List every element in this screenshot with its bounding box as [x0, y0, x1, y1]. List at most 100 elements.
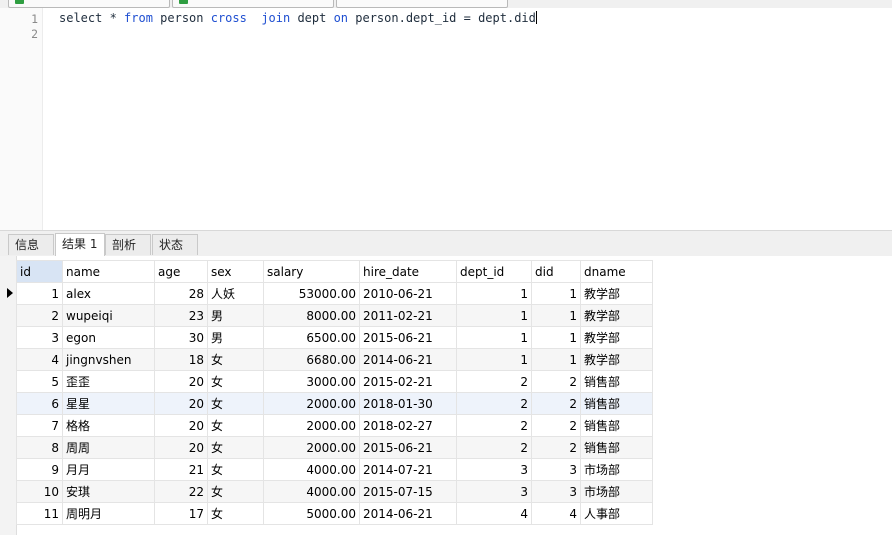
column-header-did[interactable]: did [531, 260, 581, 283]
cell-sex[interactable]: 男 [207, 326, 264, 349]
cell-salary[interactable]: 2000.00 [263, 414, 360, 437]
cell-hire-date[interactable]: 2014-07-21 [359, 458, 457, 481]
column-header-id[interactable]: id [16, 260, 63, 283]
query-tab-3[interactable] [336, 0, 508, 8]
cell-sex[interactable]: 女 [207, 370, 264, 393]
cell-age[interactable]: 28 [154, 282, 208, 305]
table-row[interactable]: 7 格格 20 女 2000.00 2018-02-27 2 2 销售部 [16, 414, 653, 437]
cell-did[interactable]: 2 [531, 392, 581, 415]
cell-hire-date[interactable]: 2015-06-21 [359, 326, 457, 349]
cell-did[interactable]: 2 [531, 370, 581, 393]
cell-sex[interactable]: 女 [207, 436, 264, 459]
cell-did[interactable]: 1 [531, 326, 581, 349]
column-header-name[interactable]: name [62, 260, 155, 283]
table-row[interactable]: 10 安琪 22 女 4000.00 2015-07-15 3 3 市场部 [16, 480, 653, 503]
cell-did[interactable]: 3 [531, 480, 581, 503]
cell-did[interactable]: 1 [531, 348, 581, 371]
table-row[interactable]: 3 egon 30 男 6500.00 2015-06-21 1 1 教学部 [16, 326, 653, 349]
table-row[interactable]: 11 周明月 17 女 5000.00 2014-06-21 4 4 人事部 [16, 502, 653, 525]
cell-hire-date[interactable]: 2014-06-21 [359, 348, 457, 371]
cell-salary[interactable]: 4000.00 [263, 480, 360, 503]
table-row[interactable]: 6 星星 20 女 2000.00 2018-01-30 2 2 销售部 [16, 392, 653, 415]
cell-id[interactable]: 6 [16, 392, 63, 415]
cell-salary[interactable]: 3000.00 [263, 370, 360, 393]
cell-dept-id[interactable]: 2 [456, 370, 532, 393]
cell-id[interactable]: 5 [16, 370, 63, 393]
sql-editor[interactable]: 1 2 select * from person cross join dept… [0, 8, 892, 230]
cell-age[interactable]: 30 [154, 326, 208, 349]
cell-hire-date[interactable]: 2014-06-21 [359, 502, 457, 525]
tab-profile[interactable]: 剖析 [105, 234, 151, 255]
cell-id[interactable]: 4 [16, 348, 63, 371]
cell-name[interactable]: jingnvshen [62, 348, 155, 371]
cell-age[interactable]: 22 [154, 480, 208, 503]
cell-did[interactable]: 3 [531, 458, 581, 481]
query-tab-1[interactable] [8, 0, 170, 8]
cell-dept-id[interactable]: 1 [456, 304, 532, 327]
cell-salary[interactable]: 6500.00 [263, 326, 360, 349]
cell-id[interactable]: 10 [16, 480, 63, 503]
cell-dept-id[interactable]: 2 [456, 392, 532, 415]
cell-name[interactable]: 安琪 [62, 480, 155, 503]
cell-id[interactable]: 8 [16, 436, 63, 459]
column-header-dname[interactable]: dname [580, 260, 653, 283]
cell-dname[interactable]: 市场部 [580, 480, 653, 503]
cell-sex[interactable]: 女 [207, 502, 264, 525]
cell-dname[interactable]: 教学部 [580, 304, 653, 327]
cell-name[interactable]: 月月 [62, 458, 155, 481]
cell-did[interactable]: 4 [531, 502, 581, 525]
cell-name[interactable]: 周周 [62, 436, 155, 459]
cell-dept-id[interactable]: 3 [456, 480, 532, 503]
cell-id[interactable]: 11 [16, 502, 63, 525]
cell-hire-date[interactable]: 2015-06-21 [359, 436, 457, 459]
cell-hire-date[interactable]: 2015-02-21 [359, 370, 457, 393]
cell-sex[interactable]: 女 [207, 458, 264, 481]
cell-sex[interactable]: 女 [207, 348, 264, 371]
cell-dept-id[interactable]: 1 [456, 326, 532, 349]
table-row[interactable]: 4 jingnvshen 18 女 6680.00 2014-06-21 1 1 教学部 [16, 348, 653, 371]
cell-did[interactable]: 1 [531, 282, 581, 305]
cell-salary[interactable]: 2000.00 [263, 436, 360, 459]
table-row[interactable]: 1 alex 28 人妖 53000.00 2010-06-21 1 1 教学部 [16, 282, 653, 305]
cell-dept-id[interactable]: 4 [456, 502, 532, 525]
cell-salary[interactable]: 8000.00 [263, 304, 360, 327]
cell-hire-date[interactable]: 2011-02-21 [359, 304, 457, 327]
cell-name[interactable]: wupeiqi [62, 304, 155, 327]
cell-age[interactable]: 18 [154, 348, 208, 371]
cell-dept-id[interactable]: 2 [456, 414, 532, 437]
cell-age[interactable]: 20 [154, 414, 208, 437]
cell-age[interactable]: 21 [154, 458, 208, 481]
table-row[interactable]: 8 周周 20 女 2000.00 2015-06-21 2 2 销售部 [16, 436, 653, 459]
cell-age[interactable]: 20 [154, 392, 208, 415]
cell-salary[interactable]: 4000.00 [263, 458, 360, 481]
cell-name[interactable]: 歪歪 [62, 370, 155, 393]
cell-did[interactable]: 2 [531, 436, 581, 459]
tab-info[interactable]: 信息 [8, 234, 54, 255]
cell-salary[interactable]: 53000.00 [263, 282, 360, 305]
cell-dept-id[interactable]: 1 [456, 348, 532, 371]
cell-dname[interactable]: 教学部 [580, 282, 653, 305]
cell-id[interactable]: 2 [16, 304, 63, 327]
cell-name[interactable]: 格格 [62, 414, 155, 437]
cell-dname[interactable]: 销售部 [580, 370, 653, 393]
cell-dept-id[interactable]: 3 [456, 458, 532, 481]
cell-hire-date[interactable]: 2018-02-27 [359, 414, 457, 437]
tab-status[interactable]: 状态 [152, 234, 198, 255]
cell-name[interactable]: alex [62, 282, 155, 305]
cell-age[interactable]: 20 [154, 370, 208, 393]
cell-salary[interactable]: 6680.00 [263, 348, 360, 371]
cell-sex[interactable]: 男 [207, 304, 264, 327]
cell-age[interactable]: 20 [154, 436, 208, 459]
table-row[interactable]: 5 歪歪 20 女 3000.00 2015-02-21 2 2 销售部 [16, 370, 653, 393]
cell-dname[interactable]: 销售部 [580, 392, 653, 415]
cell-salary[interactable]: 2000.00 [263, 392, 360, 415]
cell-hire-date[interactable]: 2010-06-21 [359, 282, 457, 305]
cell-age[interactable]: 23 [154, 304, 208, 327]
cell-id[interactable]: 9 [16, 458, 63, 481]
cell-did[interactable]: 1 [531, 304, 581, 327]
sql-query-line[interactable]: select * from person cross join dept on … [59, 11, 537, 25]
cell-dept-id[interactable]: 2 [456, 436, 532, 459]
cell-dname[interactable]: 销售部 [580, 414, 653, 437]
cell-sex[interactable]: 女 [207, 414, 264, 437]
cell-sex[interactable]: 女 [207, 480, 264, 503]
